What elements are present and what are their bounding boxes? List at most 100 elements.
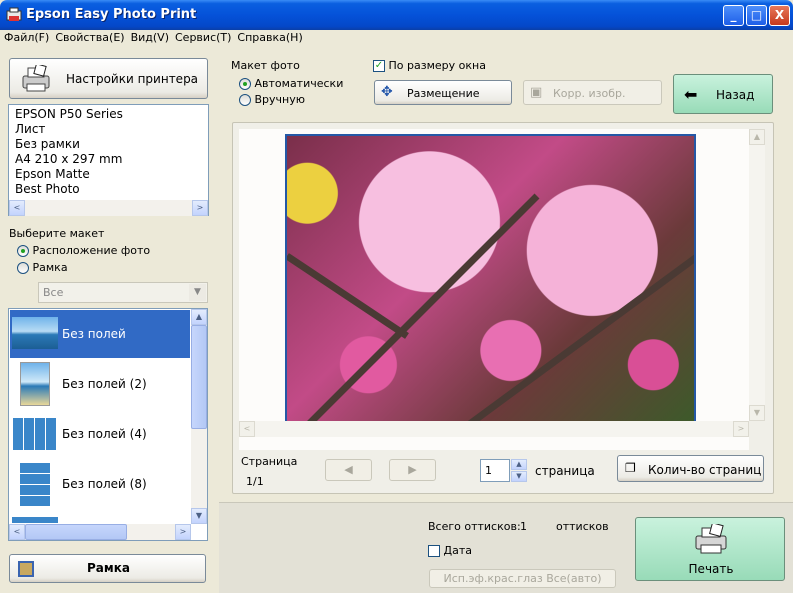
- page-label: Страница: [241, 455, 298, 468]
- photo-layout-auto-label: Автоматически: [254, 77, 344, 90]
- minimize-button[interactable]: _: [723, 5, 744, 26]
- scroll-thumb[interactable]: [191, 325, 207, 429]
- maximize-button[interactable]: □: [746, 5, 767, 26]
- fit-window-checkbox[interactable]: ✓ По размеру окна: [373, 59, 486, 72]
- photo-layout-auto[interactable]: Автоматически: [239, 77, 343, 90]
- scroll-left-icon[interactable]: <: [9, 200, 25, 216]
- layout-list-hscrollbar[interactable]: < >: [9, 524, 191, 540]
- layout-thumbnail-partial: [12, 517, 58, 523]
- layout-thumbnail: [12, 317, 58, 349]
- printer-icon: [20, 63, 54, 93]
- layout-thumbnail: [13, 418, 57, 450]
- print-bar: Всего оттисков: 1 оттисков Дата Исп.эф.к…: [219, 502, 793, 593]
- window-title: Epson Easy Photo Print: [26, 7, 197, 22]
- close-button[interactable]: X: [769, 5, 790, 26]
- printer-settings-label: Настройки принтера: [66, 72, 199, 86]
- pages-icon: ❐: [625, 461, 636, 475]
- page-suffix: страница: [535, 464, 595, 478]
- back-label: Назад: [716, 88, 755, 102]
- radio-icon[interactable]: [17, 262, 29, 274]
- checkmark-icon[interactable]: ✓: [373, 60, 385, 72]
- menu-view[interactable]: Вид(V): [128, 30, 172, 46]
- correct-image-label: Корр. изобр.: [553, 87, 626, 100]
- date-checkbox[interactable]: Дата: [428, 544, 472, 557]
- layout-item-label: Без полей (4): [62, 427, 147, 441]
- photo-layout-heading: Макет фото: [231, 59, 300, 72]
- title-bar: Epson Easy Photo Print _ □ X: [0, 0, 793, 30]
- next-page-button[interactable]: ▶: [389, 459, 436, 481]
- scroll-up-icon[interactable]: ▲: [749, 129, 765, 145]
- red-eye-label: Исп.эф.крас.глаз Все(авто): [443, 572, 602, 585]
- right-panel: Макет фото Автоматически Вручную ✓ По ра…: [219, 46, 793, 593]
- page-spinner[interactable]: ▲ ▼: [511, 459, 528, 482]
- preview-vscrollbar[interactable]: ▲ ▼: [749, 129, 765, 421]
- page-number-value: 1: [485, 464, 492, 477]
- page-number-input[interactable]: 1: [480, 459, 510, 482]
- layout-item-label: Без полей: [62, 327, 126, 341]
- maximize-icon: □: [750, 8, 763, 22]
- layout-item-label: Без полей (8): [62, 477, 147, 491]
- page-count-button[interactable]: ❐ Колич-во страниц: [617, 455, 764, 482]
- menu-bar: Файл(F) Свойства(E) Вид(V) Сервис(T) Справка…: [0, 30, 793, 46]
- prev-page-button[interactable]: ◀: [325, 459, 372, 481]
- close-icon: X: [774, 8, 785, 22]
- radio-icon[interactable]: [17, 245, 29, 257]
- photo-preview[interactable]: [285, 134, 696, 424]
- printer-info-hscrollbar[interactable]: < >: [9, 200, 208, 216]
- arrow-left-icon: ◀: [344, 463, 353, 476]
- layout-filter-value: Все: [43, 286, 64, 299]
- placement-button[interactable]: ✥ Размещение: [374, 80, 512, 105]
- frame-button[interactable]: Рамка: [9, 554, 206, 583]
- printer-info-size: A4 210 x 297 mm: [15, 152, 123, 166]
- scroll-up-icon[interactable]: ▲: [191, 309, 207, 325]
- print-button[interactable]: Печать: [635, 517, 785, 581]
- layout-filter-dropdown[interactable]: Все ▼: [38, 282, 208, 303]
- minimize-icon: _: [730, 8, 737, 22]
- menu-tools[interactable]: Сервис(T): [172, 30, 234, 46]
- checkbox-icon[interactable]: [428, 545, 440, 557]
- scroll-left-icon[interactable]: <: [9, 524, 25, 540]
- fit-window-label: По размеру окна: [388, 59, 486, 72]
- total-label: Всего оттисков:: [428, 520, 521, 533]
- layout-thumbnail: [20, 362, 50, 406]
- scroll-down-icon[interactable]: ▼: [749, 405, 765, 421]
- print-label: Печать: [688, 562, 734, 576]
- spin-down-icon[interactable]: ▼: [511, 471, 527, 482]
- menu-properties[interactable]: Свойства(E): [52, 30, 127, 46]
- printer-settings-button[interactable]: Настройки принтера: [9, 58, 208, 99]
- printer-info-box: EPSON P50 Series Лист Без рамки A4 210 x…: [8, 104, 209, 216]
- list-item[interactable]: Без полей: [10, 310, 190, 358]
- layout-list-vscrollbar[interactable]: ▲ ▼: [191, 309, 207, 524]
- layout-option-frame[interactable]: Рамка: [17, 261, 68, 274]
- image-correct-icon: ▣: [530, 85, 543, 100]
- photo-layout-manual[interactable]: Вручную: [239, 93, 305, 106]
- list-item[interactable]: Без полей (2): [10, 360, 190, 408]
- preview-hscrollbar[interactable]: < >: [239, 421, 749, 437]
- layout-heading: Выберите макет: [9, 227, 105, 240]
- chevron-down-icon[interactable]: ▼: [189, 284, 206, 301]
- correct-image-button[interactable]: ▣ Корр. изобр.: [523, 80, 662, 105]
- scroll-left-icon[interactable]: <: [239, 421, 255, 437]
- list-item[interactable]: Без полей (4): [10, 410, 190, 458]
- radio-icon[interactable]: [239, 78, 251, 90]
- list-item[interactable]: Без полей (8): [10, 460, 190, 508]
- back-button[interactable]: ⬅ Назад: [673, 74, 773, 114]
- scroll-right-icon[interactable]: >: [733, 421, 749, 437]
- spin-up-icon[interactable]: ▲: [511, 459, 527, 470]
- scroll-right-icon[interactable]: >: [192, 200, 208, 216]
- menu-file[interactable]: Файл(F): [1, 30, 52, 46]
- scroll-right-icon[interactable]: >: [175, 524, 191, 540]
- scroll-thumb[interactable]: [25, 524, 127, 540]
- layout-option-photo[interactable]: Расположение фото: [17, 244, 150, 257]
- total-unit: оттисков: [556, 520, 609, 533]
- menu-help[interactable]: Справка(H): [234, 30, 305, 46]
- printer-info-border: Без рамки: [15, 137, 80, 151]
- total-value: 1: [520, 520, 527, 533]
- scroll-down-icon[interactable]: ▼: [191, 508, 207, 524]
- photo-layout-manual-label: Вручную: [254, 93, 306, 106]
- move-arrows-icon: ✥: [381, 84, 393, 100]
- red-eye-button[interactable]: Исп.эф.крас.глаз Все(авто): [429, 569, 616, 588]
- frame-button-label: Рамка: [87, 561, 130, 575]
- page-value: 1/1: [246, 475, 264, 488]
- radio-icon[interactable]: [239, 94, 251, 106]
